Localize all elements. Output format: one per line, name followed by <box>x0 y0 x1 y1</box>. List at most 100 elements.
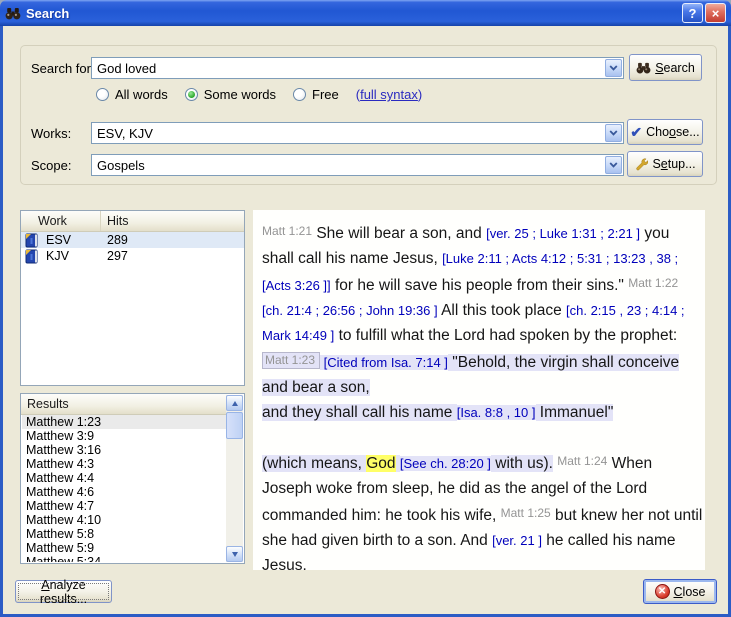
results-header: Results <box>21 394 227 415</box>
analyze-results-button[interactable]: Analyze results... <box>15 580 112 603</box>
window-title: Search <box>26 6 69 21</box>
paragraph-gap <box>262 425 703 449</box>
works-dropdown-arrow[interactable] <box>605 124 622 142</box>
window-close-button[interactable]: × <box>705 3 726 23</box>
checkmark-icon: ✔ <box>630 125 642 139</box>
search-hit-term: God <box>366 455 395 472</box>
highlighted-verse-text: and they shall call his name <box>262 404 457 421</box>
column-header-hits[interactable]: Hits <box>101 214 244 228</box>
verse-text: to fulfill what the Lord had spoken by t… <box>334 327 677 344</box>
work-name: ESV <box>46 233 71 247</box>
bible-book-icon <box>25 233 39 248</box>
highlighted-verse-text: (which means, <box>262 455 366 472</box>
binoculars-icon <box>5 6 21 21</box>
works-combobox[interactable]: ESV, KJV <box>91 122 624 144</box>
scope-dropdown-arrow[interactable] <box>605 156 622 174</box>
setup-button-label: Setup... <box>652 157 695 171</box>
choose-works-button[interactable]: ✔ Choose... <box>627 119 703 145</box>
full-syntax-link-wrap: (full syntax) <box>356 87 423 102</box>
result-item[interactable]: Matthew 4:6 <box>22 485 226 499</box>
full-syntax-link[interactable]: full syntax <box>360 87 418 102</box>
result-item[interactable]: Matthew 5:9 <box>22 541 226 555</box>
search-for-combobox[interactable]: God loved <box>91 57 624 79</box>
close-circle-icon: ✕ <box>655 584 670 599</box>
works-label: Works: <box>31 126 71 141</box>
verse-number-label: Matt 1:23 <box>262 352 320 369</box>
radio-button[interactable] <box>293 88 306 101</box>
dialog-body: Search for: God loved <box>0 26 731 617</box>
verse-number-label: Matt 1:22 <box>628 276 678 290</box>
choose-button-label: Choose... <box>646 125 700 139</box>
bible-book-icon <box>25 249 39 264</box>
search-mode-radios: All words Some words Free (full syntax) <box>96 86 422 103</box>
results-scrollbar[interactable] <box>226 395 243 562</box>
arrow-up-icon <box>232 401 238 406</box>
verse-text: She will bear a son, and <box>312 225 486 242</box>
hits-table-header[interactable]: Work Hits <box>21 211 244 232</box>
radio-label: Free <box>312 87 339 102</box>
scroll-down-button[interactable] <box>226 546 243 562</box>
search-for-dropdown-arrow[interactable] <box>605 59 622 77</box>
verse-number-label: Matt 1:21 <box>262 224 312 238</box>
radio-button[interactable] <box>96 88 109 101</box>
scope-combobox[interactable]: Gospels <box>91 154 624 176</box>
cross-reference-link[interactable]: [ch. 21:4 ; 26:56 ; John 19:36 ] <box>262 303 438 318</box>
results-list: Matthew 1:23Matthew 3:9Matthew 3:16Matth… <box>22 415 226 562</box>
hits-table-row[interactable]: ESV 289 <box>21 232 244 248</box>
verse-paragraph: Matt 1:21 She will bear a son, and [ver.… <box>262 219 703 348</box>
search-for-value: God loved <box>97 61 156 76</box>
verse-preview-pane: Matt 1:21 She will bear a son, and [ver.… <box>253 210 705 570</box>
works-value: ESV, KJV <box>97 126 153 141</box>
highlighted-verse-text: Immanuel" <box>536 404 614 421</box>
analyze-button-label: Analyze results... <box>22 578 105 606</box>
paren-close: ) <box>418 87 422 102</box>
highlighted-verse-text: with us). <box>491 455 553 472</box>
scrollbar-thumb[interactable] <box>226 412 243 439</box>
verse-number-label: Matt 1:25 <box>501 506 551 520</box>
result-item[interactable]: Matthew 1:23 <box>22 415 226 429</box>
result-item[interactable]: Matthew 4:4 <box>22 471 226 485</box>
search-groupbox: Search for: God loved <box>20 45 717 185</box>
results-panel: Results Matthew 1:23Matthew 3:9Matthew 3… <box>20 393 245 564</box>
work-cell: KJV <box>21 249 101 264</box>
radio-label: Some words <box>204 87 276 102</box>
cross-reference-link[interactable]: [Cited from Isa. 7:14 ] <box>320 355 448 370</box>
result-item[interactable]: Matthew 4:3 <box>22 457 226 471</box>
hits-count: 289 <box>101 233 128 247</box>
scope-label: Scope: <box>31 158 71 173</box>
hits-table-row[interactable]: KJV 297 <box>21 248 244 264</box>
hits-count: 297 <box>101 249 128 263</box>
search-dialog-window: Search ? × Search for: God loved <box>0 0 731 617</box>
search-mode-option[interactable]: Free <box>293 87 339 102</box>
search-mode-option[interactable]: All words <box>96 87 168 102</box>
close-button[interactable]: ✕ Close <box>643 579 717 604</box>
result-item[interactable]: Matthew 5:8 <box>22 527 226 541</box>
result-item[interactable]: Matthew 3:16 <box>22 443 226 457</box>
radio-button-selected[interactable] <box>185 88 198 101</box>
scope-value: Gospels <box>97 158 145 173</box>
cross-reference-link[interactable]: [See ch. 28:20 ] <box>400 456 491 471</box>
scroll-up-button[interactable] <box>226 395 243 411</box>
search-button[interactable]: Search <box>629 54 702 81</box>
work-name: KJV <box>46 249 69 263</box>
cross-reference-link[interactable]: [Isa. 8:8 , 10 ] <box>457 405 536 420</box>
hits-table-panel: Work Hits ESV 289 KJV 297 <box>20 210 245 386</box>
result-item[interactable]: Matthew 4:7 <box>22 499 226 513</box>
result-item[interactable]: Matthew 4:10 <box>22 513 226 527</box>
verse-paragraph: Matt 1:23 [Cited from Isa. 7:14 ] "Behol… <box>262 348 703 400</box>
column-header-work[interactable]: Work <box>21 211 101 231</box>
binoculars-icon <box>636 61 651 75</box>
cross-reference-link[interactable]: [ver. 21 ] <box>492 533 542 548</box>
search-button-label: Search <box>655 61 695 75</box>
setup-scope-button[interactable]: Setup... <box>627 151 703 177</box>
result-item[interactable]: Matthew 3:9 <box>22 429 226 443</box>
cross-reference-link[interactable]: [ver. 25 ; Luke 1:31 ; 2:21 ] <box>486 226 640 241</box>
verse-text: All this took place <box>438 302 566 319</box>
verse-paragraph: (which means, God [See ch. 28:20 ] with … <box>262 449 703 570</box>
result-item[interactable]: Matthew 5:34 <box>22 555 226 562</box>
verse-paragraph: and they shall call his name [Isa. 8:8 ,… <box>262 400 703 425</box>
verse-number-label: Matt 1:24 <box>557 454 607 468</box>
titlebar[interactable]: Search ? × <box>0 0 731 26</box>
search-mode-option[interactable]: Some words <box>185 87 276 102</box>
help-button[interactable]: ? <box>682 3 703 23</box>
